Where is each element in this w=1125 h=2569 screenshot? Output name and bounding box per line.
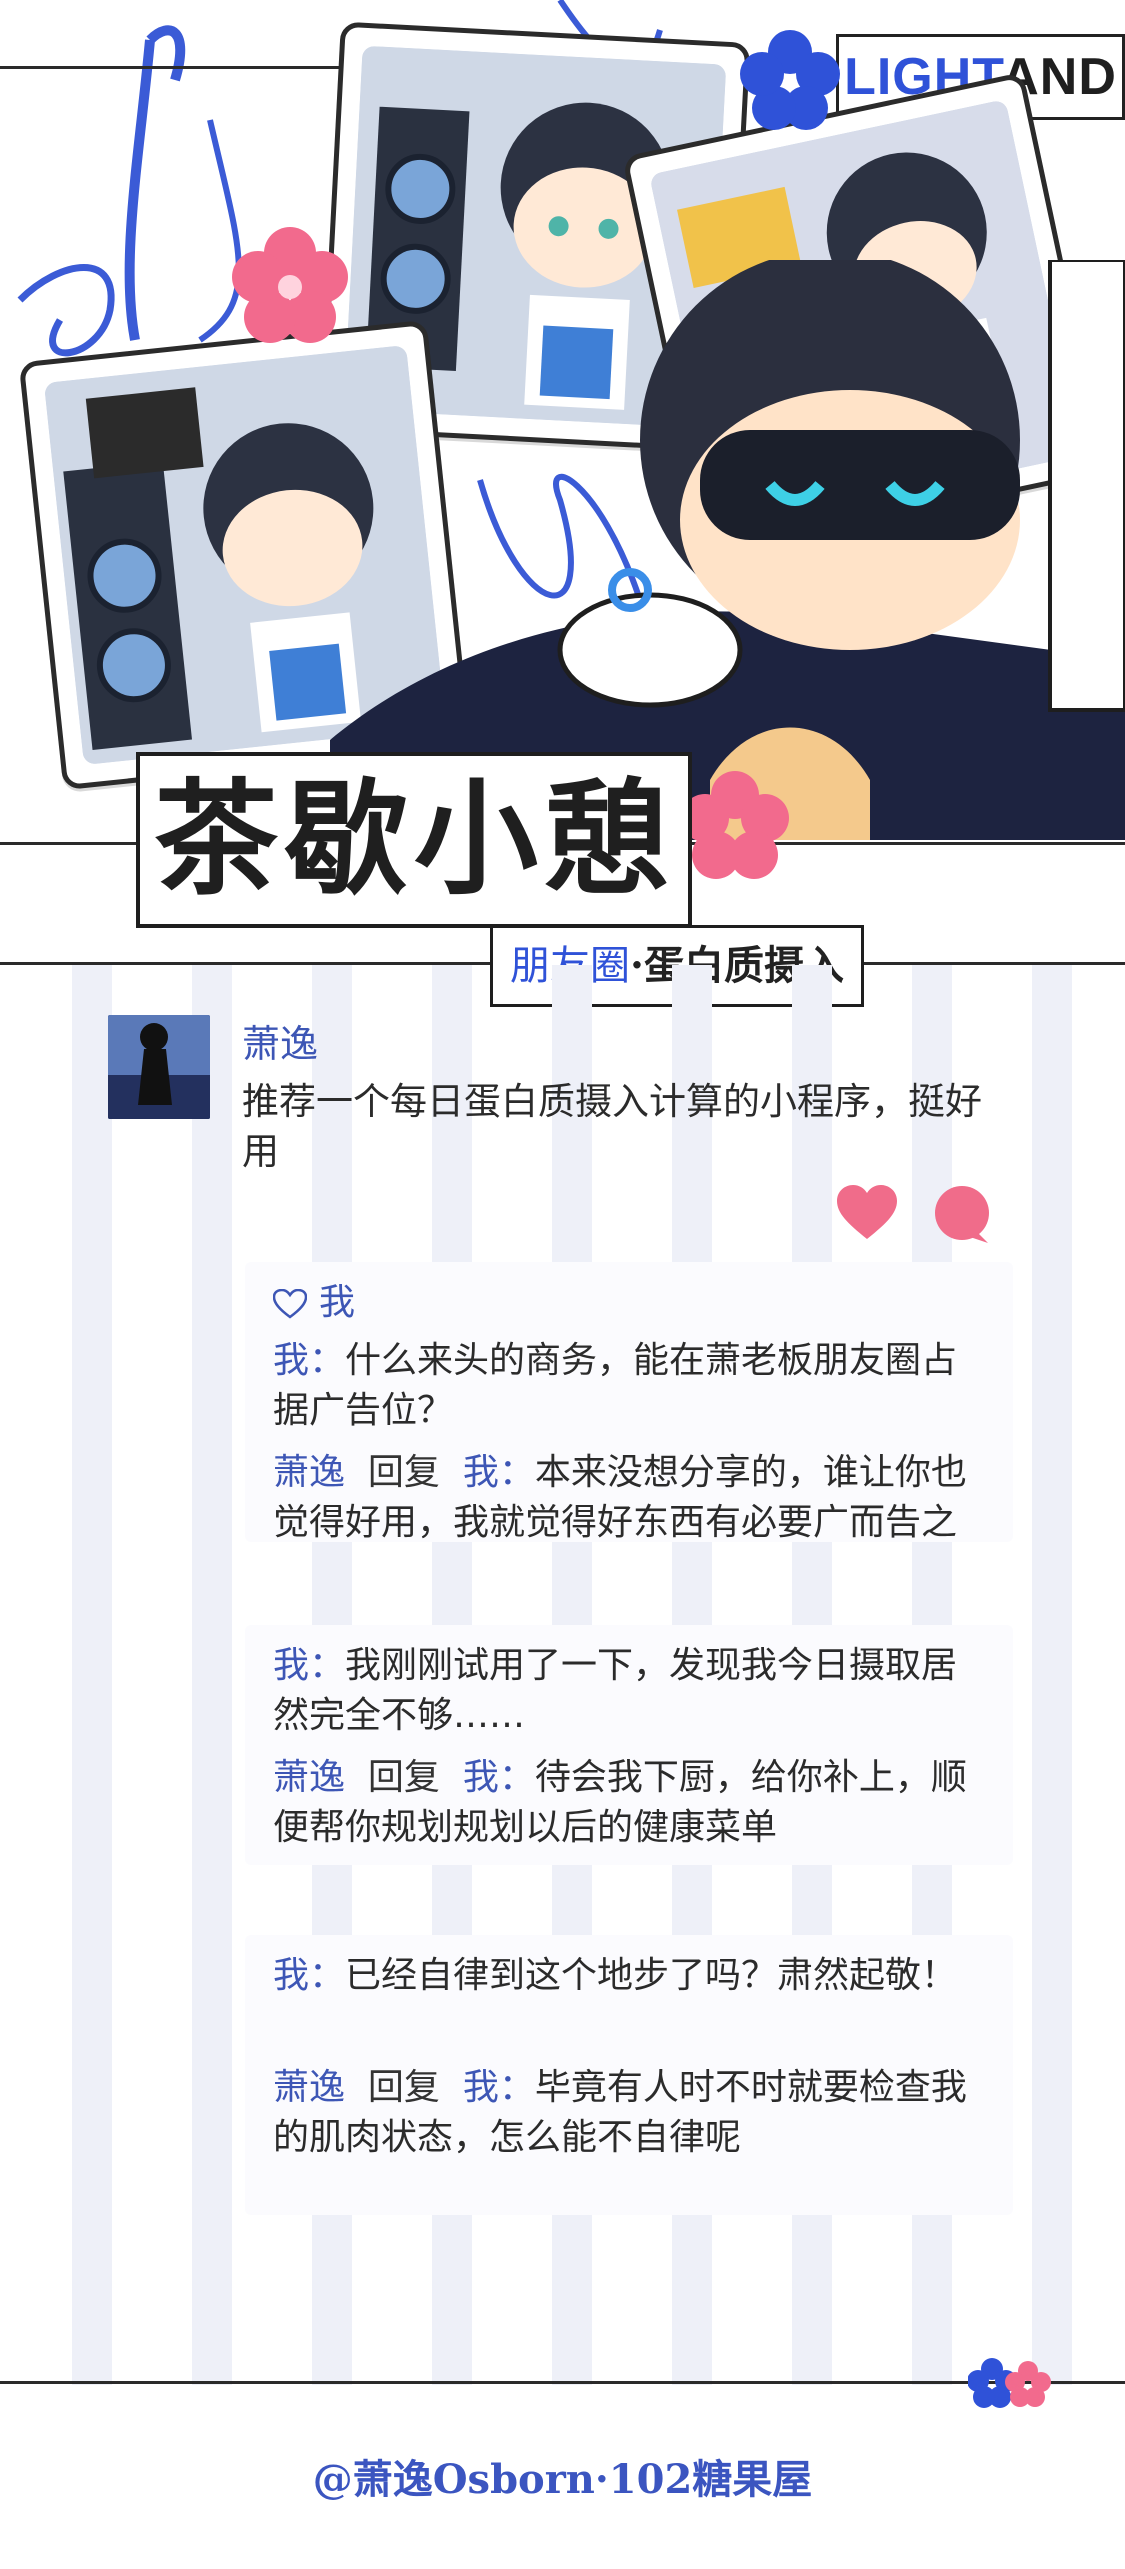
comment-text: 什么来头的商务，能在萧老板朋友圈占据广告位？	[273, 1340, 958, 1431]
title-box: 茶歇小憩	[136, 752, 692, 928]
reply: 萧逸 回复 我：本来没想分享的，谁让你也觉得好用，我就觉得好东西有必要广而告之	[273, 1448, 989, 1548]
like-name[interactable]: 我	[319, 1282, 355, 1323]
stripe	[72, 965, 112, 2385]
bottom-rule	[0, 2381, 1125, 2384]
reply: 萧逸 回复 我：毕竟有人时不时就要检查我的肌肉状态，怎么能不自律呢	[273, 2063, 989, 2163]
comment-card: 我 我：什么来头的商务，能在萧老板朋友圈占据广告位？ 萧逸 回复 我：本来没想分…	[245, 1262, 1013, 1543]
reply-target[interactable]: 我：	[463, 2067, 535, 2108]
reply-author[interactable]: 萧逸	[273, 2067, 345, 2108]
reply-word: 回复	[367, 2067, 440, 2108]
stripe	[192, 965, 232, 2385]
blue-flower-icon	[740, 30, 840, 130]
comment-author[interactable]: 我：	[273, 1955, 345, 1996]
flowers-icon	[968, 2358, 1051, 2408]
stripe	[1032, 965, 1072, 2385]
reply-word: 回复	[367, 1452, 440, 1493]
post-author[interactable]: 萧逸	[242, 1013, 318, 1068]
comment-card: 我：已经自律到这个地步了吗？肃然起敬！ 萧逸 回复 我：毕竟有人时不时就要检查我…	[245, 1935, 1013, 2215]
footer-credit: @萧逸Osborn·102糖果屋	[312, 2456, 813, 2503]
pink-flower-icon	[681, 771, 789, 879]
avatar-silhouette-icon	[108, 1015, 210, 1119]
moments-feed: 萧逸 推荐一个每日蛋白质摄入计算的小程序，挺好用 我 我：什么来头的商务，能在萧…	[0, 965, 1125, 2385]
post-text: 推荐一个每日蛋白质摄入计算的小程序，挺好用	[242, 1080, 982, 1173]
comment-text: 我刚刚试用了一下，发现我今日摄取居然完全不够……	[273, 1645, 958, 1736]
header-banner: LIGHTAND 茶歇小憩	[0, 0, 1125, 960]
reply-target[interactable]: 我：	[463, 1452, 535, 1493]
reply: 萧逸 回复 我：待会我下厨，给你补上，顺便帮你规划规划以后的健康菜单	[273, 1753, 989, 1853]
heart-outline-icon	[273, 1289, 307, 1319]
comment: 我：什么来头的商务，能在萧老板朋友圈占据广告位？	[273, 1336, 989, 1436]
reply-word: 回复	[367, 1757, 440, 1798]
comment-bubble-icon[interactable]	[932, 1185, 992, 1243]
likes-row: 我	[273, 1278, 355, 1328]
comment-author[interactable]: 我：	[273, 1645, 345, 1686]
like-heart-icon[interactable]	[837, 1185, 897, 1241]
banner-title: 茶歇小憩	[153, 767, 674, 912]
comment-author[interactable]: 我：	[273, 1340, 345, 1381]
reply-target[interactable]: 我：	[463, 1757, 535, 1798]
reply-author[interactable]: 萧逸	[273, 1452, 345, 1493]
comment: 我：我刚刚试用了一下，发现我今日摄取居然完全不够……	[273, 1641, 989, 1741]
comment: 我：已经自律到这个地步了吗？肃然起敬！	[273, 1951, 989, 2001]
comment-text: 已经自律到这个地步了吗？肃然起敬！	[345, 1955, 958, 1996]
comment-card: 我：我刚刚试用了一下，发现我今日摄取居然完全不够…… 萧逸 回复 我：待会我下厨…	[245, 1625, 1013, 1865]
pink-flower-icon	[232, 227, 348, 343]
avatar[interactable]	[108, 1015, 210, 1119]
reply-author[interactable]: 萧逸	[273, 1757, 345, 1798]
